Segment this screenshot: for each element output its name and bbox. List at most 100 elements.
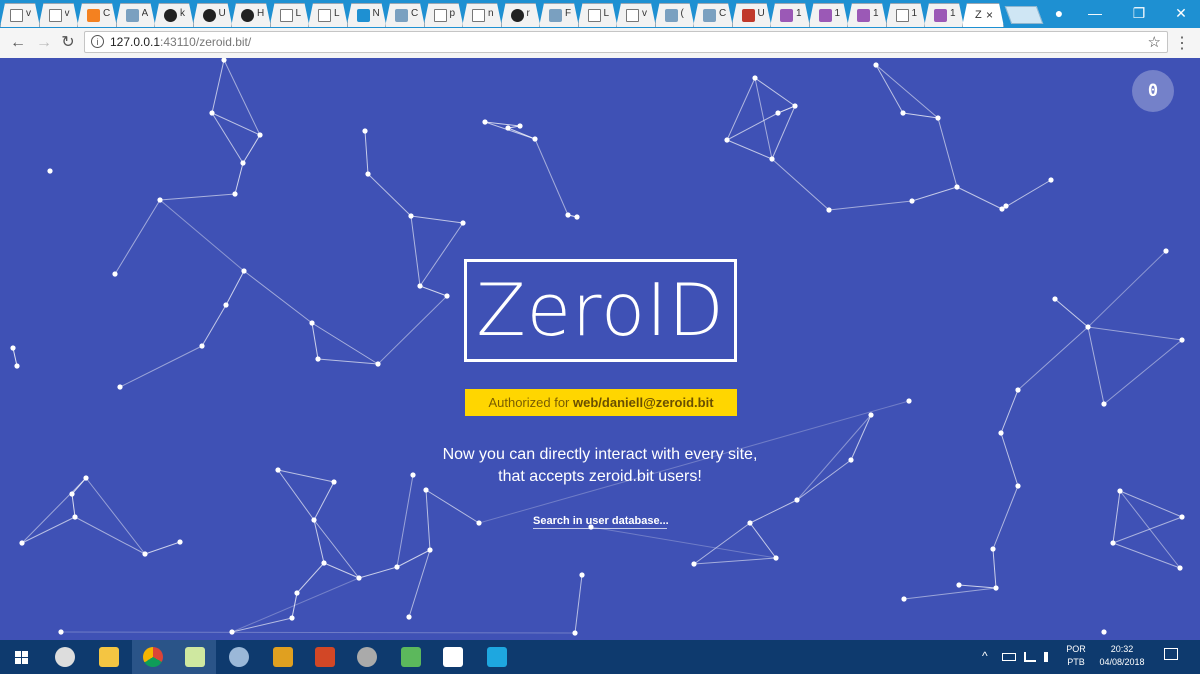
network-line [749,522,777,559]
network-node [221,58,227,63]
browser-menu-icon[interactable]: ⋮ [1174,33,1190,53]
browser-tab[interactable]: 1 [809,3,849,27]
browser-tab[interactable]: L [578,3,618,27]
network-node [1085,324,1091,330]
network-node [1117,488,1123,494]
site-info-icon[interactable]: i [91,35,104,48]
chrome-icon [143,647,163,667]
browser-tab[interactable]: v [39,3,79,27]
network-line [937,117,958,188]
new-tab-button[interactable] [1004,6,1044,24]
network-node [229,629,235,635]
browser-tab[interactable]: v [0,3,40,27]
taskbar-app-powerpoint[interactable] [304,640,346,674]
network-node [579,572,585,578]
network-node [747,520,753,526]
network-node [223,302,229,308]
system-clock[interactable]: 20:32 04/08/2018 [1094,643,1150,669]
taskbar-app-editor[interactable] [390,640,432,674]
minimize-button[interactable]: — [1080,4,1110,22]
network-line [377,295,448,365]
restore-button[interactable]: ❐ [1124,4,1154,22]
browser-tab[interactable]: 1 [886,3,926,27]
network-node [505,125,511,131]
network-line [425,489,431,551]
reload-button[interactable]: ↻ [59,34,77,52]
network-line [242,134,261,164]
browser-tab[interactable]: L [270,3,310,27]
browser-tab[interactable]: L [308,3,348,27]
network-node [460,220,466,226]
browser-tab[interactable]: H [231,3,271,27]
network-node [794,497,800,503]
taskbar-app-settings[interactable] [346,640,388,674]
taskbar-app-paint[interactable] [218,640,260,674]
taskbar-app-monitor[interactable] [174,640,216,674]
browser-tab[interactable]: N [347,3,387,27]
browser-tab[interactable]: r [501,3,541,27]
bookmark-star-icon[interactable]: ☆ [1148,33,1161,51]
browser-tab[interactable]: p [424,3,464,27]
volume-icon[interactable] [1044,652,1056,662]
tab-label: L [603,8,610,19]
network-line [1000,389,1019,434]
network-line [1112,490,1121,544]
browser-tab[interactable]: A [116,3,156,27]
tab-label: 1 [873,8,879,19]
network-line [425,489,480,524]
browser-tab[interactable]: U [732,3,772,27]
address-bar[interactable]: i 127.0.0.1:43110/zeroid.bit/ ☆ [84,31,1168,53]
browser-tab[interactable]: 1 [847,3,887,27]
notes-icon [443,647,463,667]
close-window-button[interactable]: ✕ [1166,4,1196,22]
browser-tab[interactable]: F [539,3,579,27]
message-line-2: that accepts zeroid.bit users! [498,468,702,485]
network-line [311,322,319,360]
profile-icon[interactable]: ● [1044,4,1074,22]
hexagon-icon [857,9,870,22]
browser-tab[interactable]: C [693,3,733,27]
taskbar-app-file-explorer[interactable] [88,640,130,674]
windows-logo-icon [15,651,21,657]
browser-tab[interactable]: C [385,3,425,27]
browser-tab[interactable]: n [462,3,502,27]
browser-tab[interactable]: 1 [770,3,810,27]
network-node [873,62,879,68]
tab-active-zeroid[interactable]: Z × [962,3,1004,27]
browser-tab[interactable]: 1 [924,3,964,27]
network-node [1179,514,1185,520]
taskbar-app-tool[interactable] [262,640,304,674]
taskbar-app-cortana[interactable] [44,640,86,674]
taskbar-app-store[interactable] [476,640,518,674]
start-button[interactable] [0,640,44,674]
search-user-database-link[interactable]: Search in user database... [533,515,669,529]
network-node [1052,296,1058,302]
browser-tab[interactable]: k [154,3,194,27]
windows-logo-icon [22,658,28,664]
tab-label: N [372,8,380,19]
network-node [309,320,315,326]
tab-close-icon[interactable]: × [986,8,993,22]
browser-tab[interactable]: v [616,3,656,27]
action-center-icon[interactable] [1164,648,1178,660]
github-icon [164,9,177,22]
language-indicator[interactable]: POR PTB [1064,643,1088,669]
windows-logo-icon [22,651,28,657]
tab-label: 1 [796,8,802,19]
address-url[interactable]: 127.0.0.1:43110/zeroid.bit/ [110,35,251,49]
network-node [209,110,215,116]
back-button[interactable]: ← [9,34,27,52]
network-icon[interactable] [1024,652,1036,662]
notification-count-badge[interactable]: 0 [1132,70,1174,112]
taskbar-app-chrome[interactable] [132,640,174,674]
forward-button[interactable]: → [35,34,53,52]
browser-tab[interactable]: ( [655,3,695,27]
network-node [574,214,580,220]
taskbar-app-notes[interactable] [432,640,474,674]
network-line [296,562,325,594]
browser-tab[interactable]: U [193,3,233,27]
browser-tab[interactable]: C [77,3,117,27]
battery-icon[interactable] [1002,653,1016,661]
network-line [119,345,203,388]
tray-overflow-icon[interactable]: ^ [982,649,988,663]
